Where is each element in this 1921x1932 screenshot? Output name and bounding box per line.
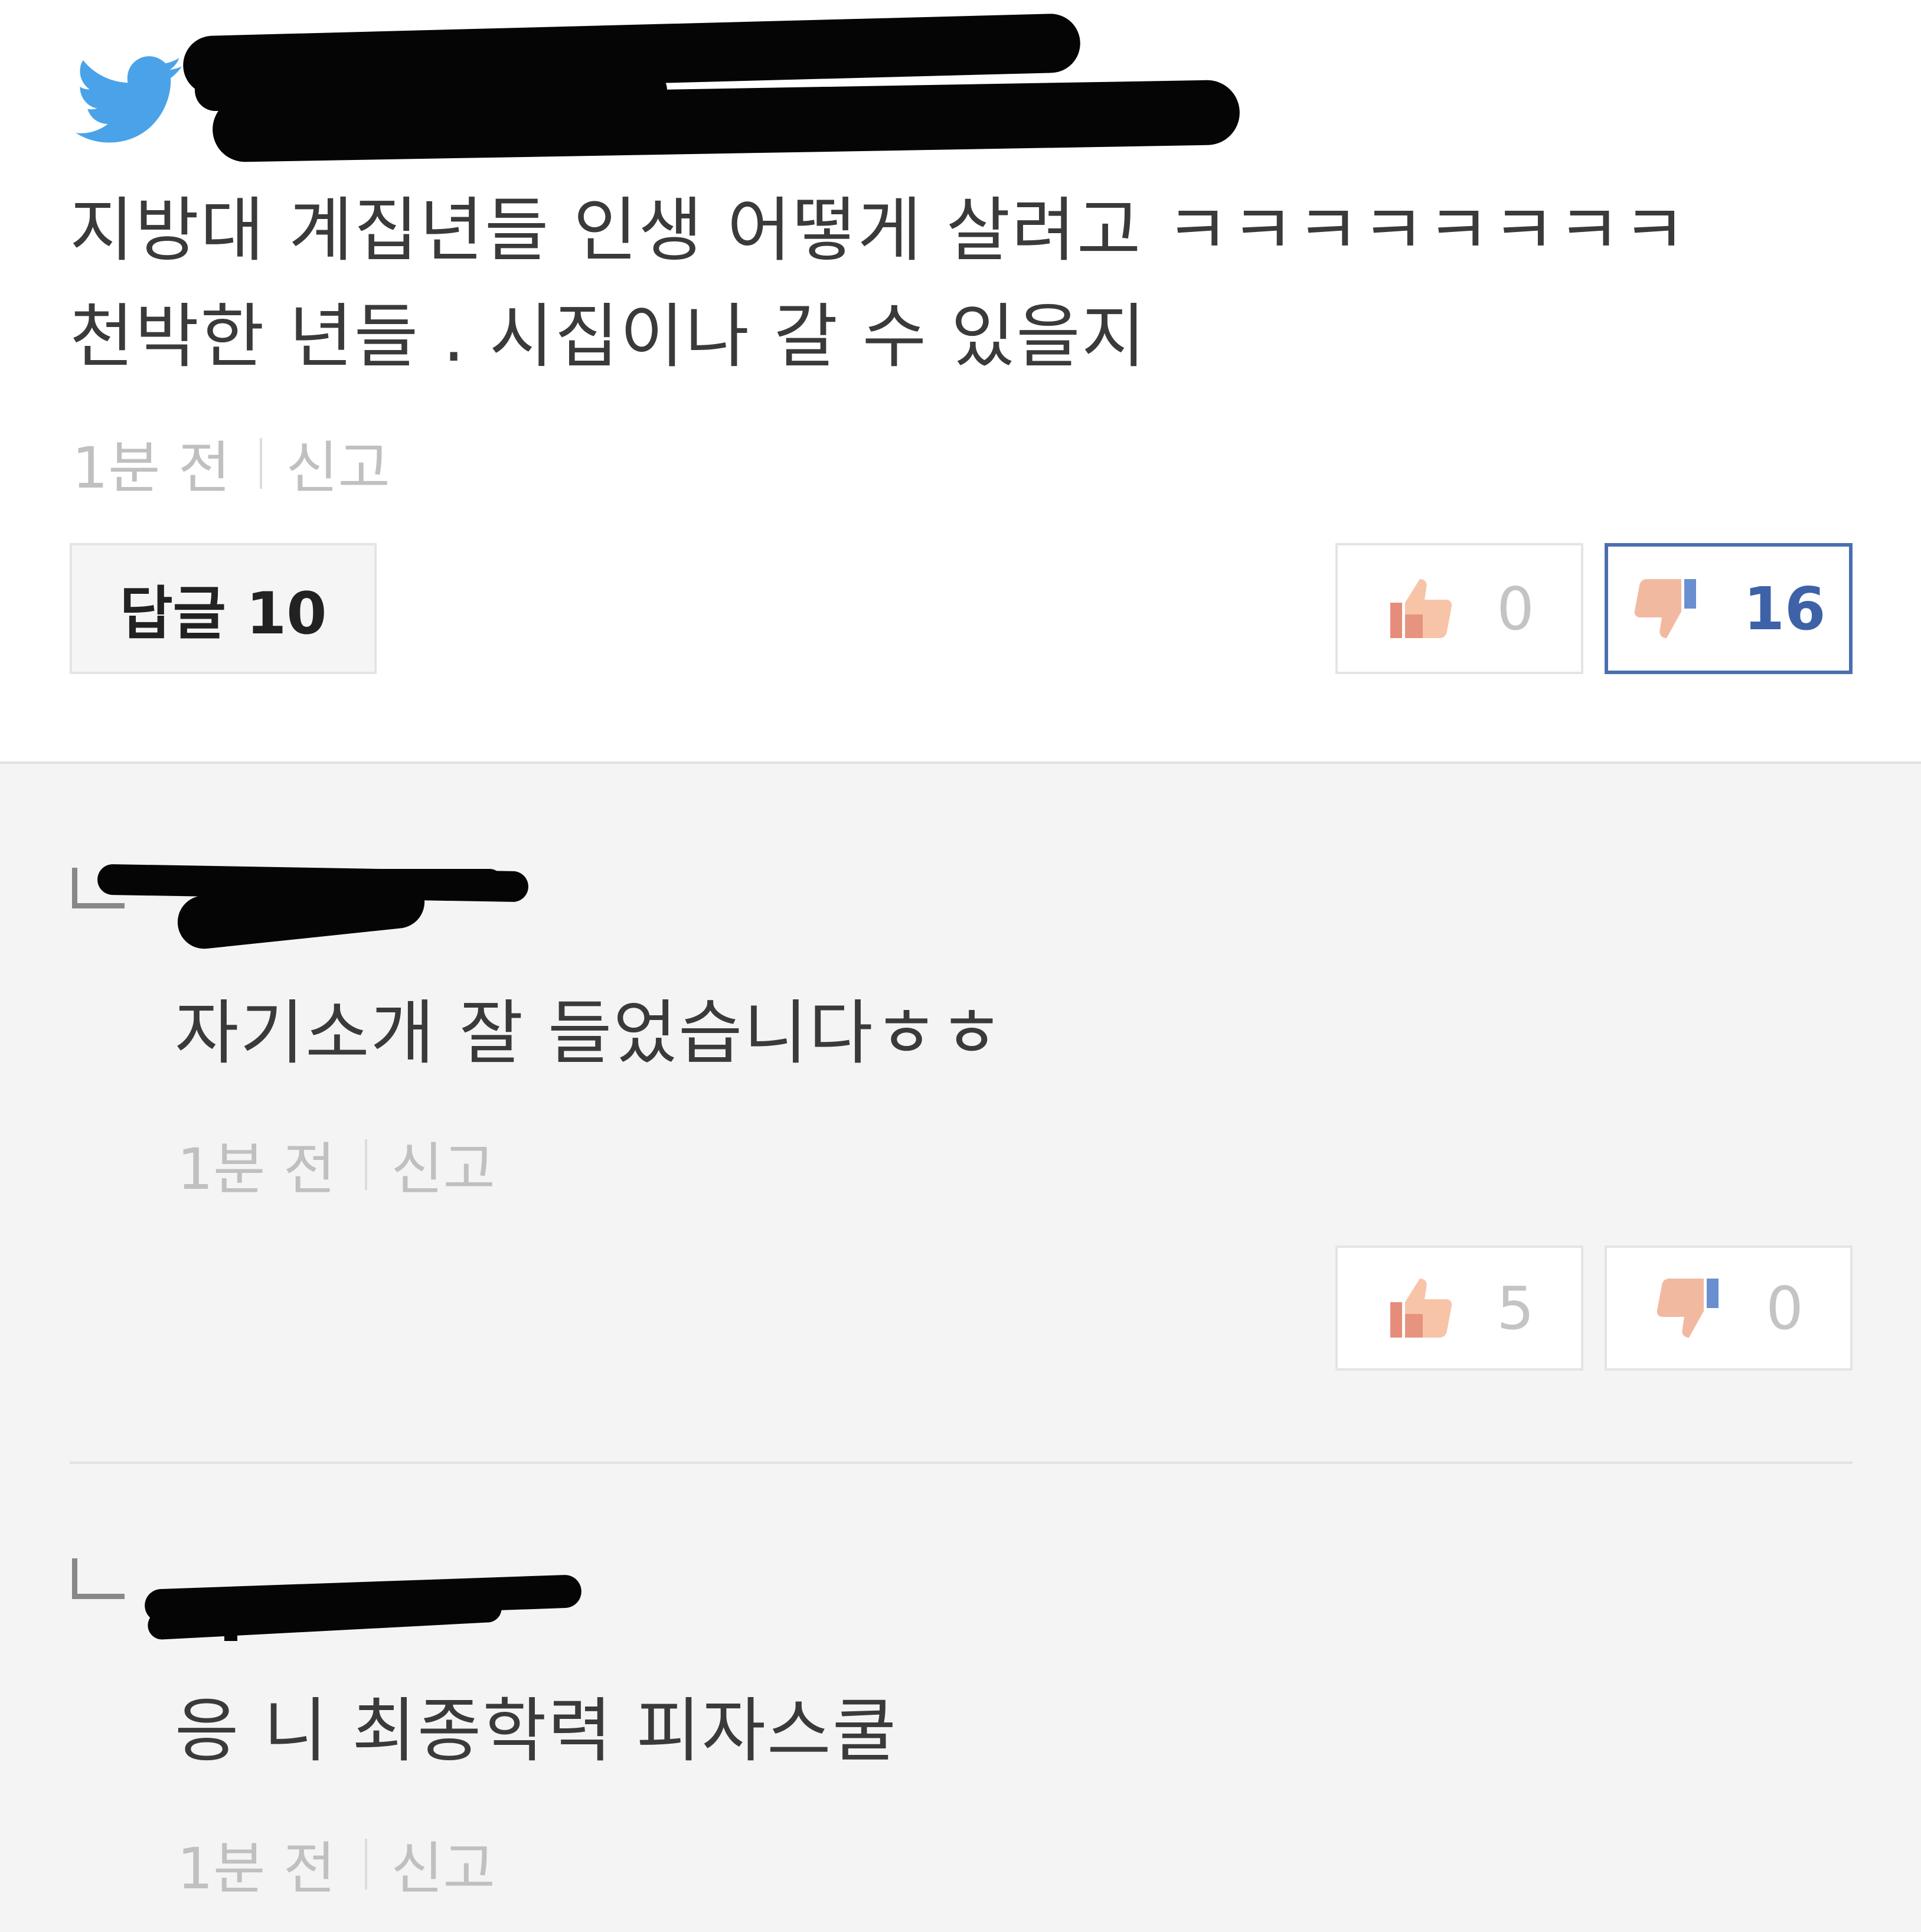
report-link[interactable]: 신고 [391,1823,495,1905]
dislike-button[interactable]: 0 [1605,1245,1853,1371]
comment-meta: 1분 전 신고 [72,422,390,504]
timestamp: 1분 전 [177,1836,336,1902]
like-count: 5 [1497,1273,1534,1343]
meta-separator [365,1838,368,1889]
twitter-bird-icon [76,56,182,143]
dislike-button[interactable]: 16 [1605,543,1853,674]
like-button[interactable]: 0 [1335,543,1583,674]
thumbs-up-icon [1390,1279,1452,1338]
meta-separator [260,437,263,489]
reply-text: 자기소개 잘 들었습니다ㅎㅎ [175,992,1005,1074]
dislike-count: 0 [1766,1273,1804,1343]
reply-corner-icon [72,1558,125,1599]
like-button[interactable]: 5 [1335,1245,1583,1371]
report-link[interactable]: 신고 [391,1123,495,1205]
comment-text-line-1: 지방대 계집년들 인생 어떻게 살려고 ㅋㅋㅋㅋㅋㅋㅋㅋ [70,189,1688,271]
comment-meta: 1분 전 신고 [177,1823,495,1905]
timestamp: 1분 전 [72,435,231,501]
comment-meta: 1분 전 신고 [177,1123,495,1205]
thumbs-down-icon [1657,1279,1719,1338]
dislike-count: 16 [1743,574,1826,643]
divider [70,1462,1853,1464]
report-link[interactable]: 신고 [286,422,390,504]
like-count: 0 [1497,574,1534,643]
timestamp: 1분 전 [177,1136,336,1202]
reply-text: 응 니 최종학력 피자스쿨 [175,1690,898,1771]
thumbs-up-icon [1390,579,1452,638]
meta-separator [365,1139,368,1190]
top-comment: 지방대 계집년들 인생 어떻게 살려고 ㅋㅋㅋㅋㅋㅋㅋㅋ 천박한 년들 . 시집… [0,0,1921,764]
thumbs-down-icon [1635,579,1697,638]
comment-text-line-2: 천박한 년들 . 시집이나 갈 수 있을지 [70,296,1147,377]
reply-button[interactable]: 답글 10 [70,543,377,674]
